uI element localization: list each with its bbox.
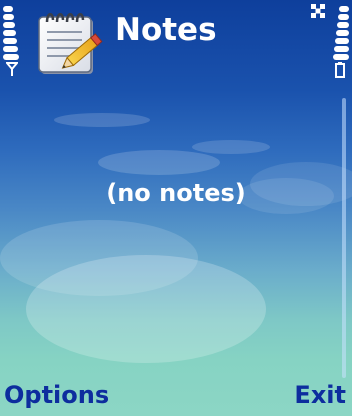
background-ellipse — [54, 113, 150, 127]
empty-list-message: (no notes) — [106, 179, 246, 207]
background-ellipse — [98, 150, 220, 175]
connection-x-icon — [311, 4, 325, 18]
scrollbar[interactable] — [342, 98, 346, 378]
notes-screen: Notes (no notes) Options Exit — [0, 0, 352, 416]
background-ellipse — [26, 255, 266, 363]
page-title: Notes — [115, 12, 217, 48]
header: Notes — [0, 0, 352, 80]
notepad-pencil-icon — [38, 13, 103, 74]
exit-softkey[interactable]: Exit — [294, 380, 346, 410]
background-ellipse — [192, 140, 270, 154]
antenna-icon — [6, 62, 18, 76]
battery-icon — [335, 62, 345, 78]
softkey-bar: Options Exit — [0, 380, 352, 416]
signal-strength-icon — [3, 6, 23, 60]
battery-level-icon — [329, 6, 349, 60]
options-softkey[interactable]: Options — [4, 380, 109, 410]
